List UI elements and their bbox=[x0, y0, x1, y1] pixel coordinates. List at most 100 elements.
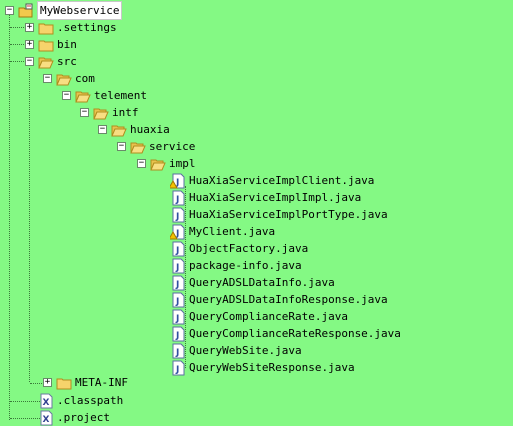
root-collapse-toggle[interactable]: − bbox=[5, 6, 14, 15]
tree-item-telement-package[interactable]: telement bbox=[75, 87, 147, 104]
svg-text:X: X bbox=[43, 398, 50, 408]
java-file-icon: J bbox=[170, 241, 186, 257]
java-file-icon: J bbox=[170, 258, 186, 274]
tree-item-impl-package[interactable]: impl bbox=[150, 155, 196, 172]
tree-guide-line bbox=[10, 418, 40, 419]
expand-toggle[interactable]: + bbox=[43, 378, 52, 387]
tree-item-label: impl bbox=[169, 157, 196, 170]
tree-item-label: MyClient.java bbox=[189, 225, 276, 238]
tree-guide-line bbox=[30, 383, 42, 384]
tree-item-java-file[interactable]: J HuaXiaServiceImplPortType.java bbox=[170, 206, 388, 223]
folder-open-icon bbox=[38, 54, 54, 70]
tree-item-label: huaxia bbox=[130, 123, 170, 136]
tree-item-java-file[interactable]: J QueryWebSite.java bbox=[170, 342, 302, 359]
folder-open-icon bbox=[56, 71, 72, 87]
xml-file-icon: X bbox=[38, 393, 54, 409]
collapse-toggle[interactable]: − bbox=[137, 159, 146, 168]
tree-item-label: .classpath bbox=[57, 394, 124, 407]
tree-item-java-file[interactable]: J QueryADSLDataInfoResponse.java bbox=[170, 291, 388, 308]
tree-item-label: META-INF bbox=[75, 376, 128, 389]
java-file-icon: J bbox=[170, 292, 186, 308]
java-file-icon: J bbox=[170, 275, 186, 291]
tree-guide-line bbox=[9, 14, 10, 420]
java-file-icon: J bbox=[170, 360, 186, 376]
folder-icon bbox=[38, 37, 54, 53]
tree-item-bin-folder[interactable]: bin bbox=[38, 36, 77, 53]
tree-item-java-file[interactable]: J QueryComplianceRate.java bbox=[170, 308, 348, 325]
tree-item-project-file[interactable]: X .project bbox=[38, 409, 110, 426]
tree-item-label: HuaXiaServiceImplClient.java bbox=[189, 174, 375, 187]
collapse-toggle[interactable]: − bbox=[25, 57, 34, 66]
java-file-warning-icon: J bbox=[170, 224, 186, 240]
tree-item-label: QueryComplianceRateResponse.java bbox=[189, 327, 401, 340]
tree-item-label: bin bbox=[57, 38, 77, 51]
tree-item-java-file[interactable]: J QueryWebSiteResponse.java bbox=[170, 359, 355, 376]
expand-toggle[interactable]: + bbox=[25, 40, 34, 49]
tree-item-label: intf bbox=[112, 106, 139, 119]
tree-item-label: service bbox=[149, 140, 196, 153]
tree-item-meta-inf-folder[interactable]: META-INF bbox=[56, 374, 128, 391]
xml-file-icon: X bbox=[38, 410, 54, 426]
tree-item-settings-folder[interactable]: .settings bbox=[38, 19, 117, 36]
tree-guide-line bbox=[29, 68, 30, 382]
java-file-icon: J bbox=[170, 309, 186, 325]
tree-item-java-file[interactable]: J HuaXiaServiceImplClient.java bbox=[170, 172, 374, 189]
folder-open-icon bbox=[93, 105, 109, 121]
expand-toggle[interactable]: + bbox=[25, 23, 34, 32]
tree-item-label: ObjectFactory.java bbox=[189, 242, 309, 255]
tree-item-java-file[interactable]: J package-info.java bbox=[170, 257, 302, 274]
collapse-toggle[interactable]: − bbox=[98, 125, 107, 134]
tree-item-label: package-info.java bbox=[189, 259, 302, 272]
collapse-toggle[interactable]: − bbox=[62, 91, 71, 100]
java-file-icon: J bbox=[170, 326, 186, 342]
tree-item-intf-package[interactable]: intf bbox=[93, 104, 139, 121]
tree-item-com-package[interactable]: com bbox=[56, 70, 95, 87]
tree-item-label: HuaXiaServiceImplPortType.java bbox=[189, 208, 388, 221]
svg-text:J: J bbox=[175, 263, 179, 273]
tree-guide-line bbox=[10, 61, 24, 62]
folder-icon bbox=[38, 20, 54, 36]
folder-open-icon bbox=[150, 156, 166, 172]
collapse-toggle[interactable]: − bbox=[43, 74, 52, 83]
svg-text:J: J bbox=[175, 331, 179, 341]
tree-guide-line bbox=[10, 27, 24, 28]
tree-item-label: src bbox=[57, 55, 77, 68]
tree-item-java-file[interactable]: J QueryComplianceRateResponse.java bbox=[170, 325, 401, 342]
tree-item-root[interactable]: MyWebservice bbox=[18, 1, 123, 20]
collapse-toggle[interactable]: − bbox=[80, 108, 89, 117]
tree-item-label: MyWebservice bbox=[37, 1, 123, 20]
svg-text:J: J bbox=[175, 297, 179, 307]
folder-open-icon bbox=[75, 88, 91, 104]
svg-text:J: J bbox=[175, 195, 179, 205]
folder-open-icon bbox=[111, 122, 127, 138]
java-file-warning-icon: J bbox=[170, 173, 186, 189]
tree-item-label: .settings bbox=[57, 21, 117, 34]
tree-guide-line bbox=[10, 401, 40, 402]
tree-item-label: telement bbox=[94, 89, 147, 102]
tree-item-service-package[interactable]: service bbox=[130, 138, 195, 155]
tree-item-huaxia-package[interactable]: huaxia bbox=[111, 121, 170, 138]
tree-item-java-file[interactable]: J MyClient.java bbox=[170, 223, 275, 240]
folder-open-icon bbox=[130, 139, 146, 155]
tree-item-classpath-file[interactable]: X .classpath bbox=[38, 392, 123, 409]
svg-text:J: J bbox=[175, 348, 179, 358]
tree-item-label: HuaXiaServiceImplImpl.java bbox=[189, 191, 362, 204]
tree-item-label: QueryWebSite.java bbox=[189, 344, 302, 357]
java-file-icon: J bbox=[170, 343, 186, 359]
tree-item-java-file[interactable]: J ObjectFactory.java bbox=[170, 240, 308, 257]
svg-text:J: J bbox=[175, 365, 179, 375]
java-file-icon: J bbox=[170, 207, 186, 223]
tree-item-label: QueryADSLDataInfoResponse.java bbox=[189, 293, 388, 306]
svg-text:J: J bbox=[175, 280, 179, 290]
tree-item-java-file[interactable]: J QueryADSLDataInfo.java bbox=[170, 274, 335, 291]
tree-item-src-folder[interactable]: src bbox=[38, 53, 77, 70]
collapse-toggle[interactable]: − bbox=[117, 142, 126, 151]
svg-text:J: J bbox=[175, 314, 179, 324]
svg-text:X: X bbox=[43, 415, 50, 425]
project-explorer-tree: − MyWebservice + .settings + bin − src −… bbox=[0, 0, 513, 426]
java-file-icon: J bbox=[170, 190, 186, 206]
tree-item-label: .project bbox=[57, 411, 110, 424]
tree-item-label: com bbox=[75, 72, 95, 85]
tree-item-java-file[interactable]: J HuaXiaServiceImplImpl.java bbox=[170, 189, 361, 206]
tree-guide-line bbox=[10, 44, 24, 45]
